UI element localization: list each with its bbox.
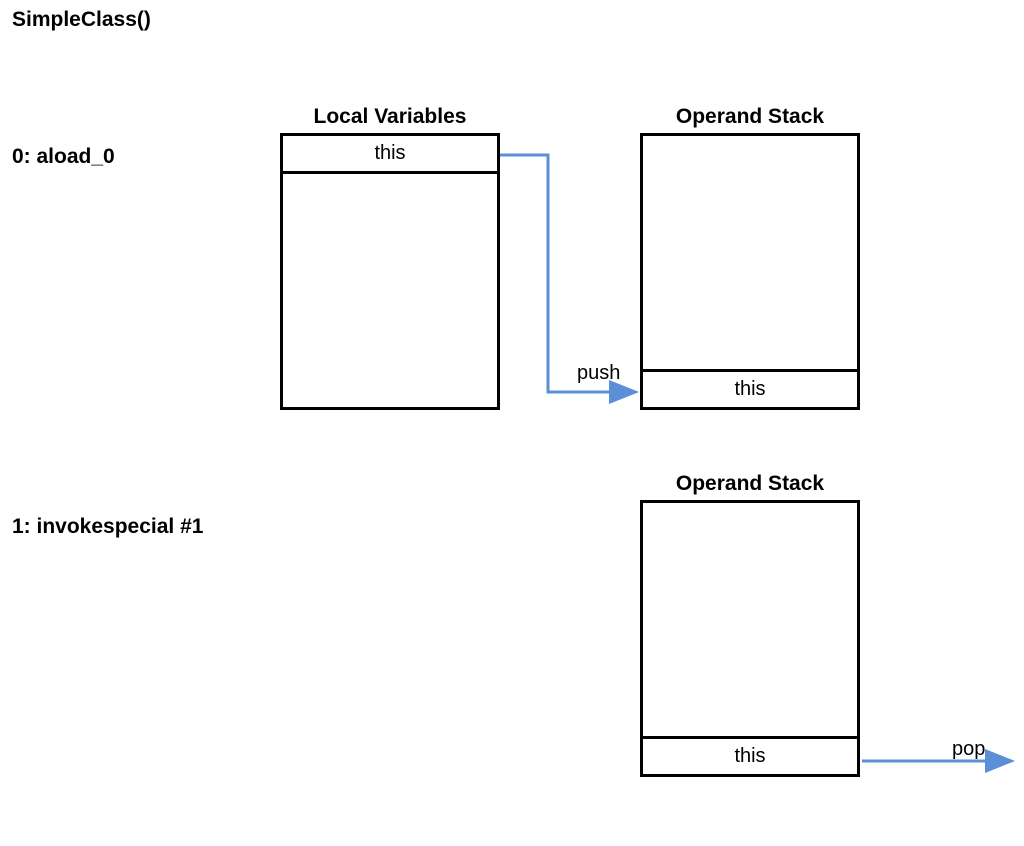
diagram-title: SimpleClass() bbox=[12, 8, 151, 32]
push-label: push bbox=[577, 362, 620, 385]
instruction-0-label: 0: aload_0 bbox=[12, 145, 115, 169]
local-variables-box: this bbox=[280, 133, 500, 410]
operand-stack-1-cell: this bbox=[643, 369, 857, 407]
operand-stack-2-box: this bbox=[640, 500, 860, 777]
operand-stack-1-box: this bbox=[640, 133, 860, 410]
local-variables-cell: this bbox=[283, 136, 497, 174]
operand-stack-2-cell: this bbox=[643, 736, 857, 774]
arrows-svg bbox=[0, 0, 1024, 846]
operand-stack-2-title: Operand Stack bbox=[640, 472, 860, 496]
instruction-1-label: 1: invokespecial #1 bbox=[12, 515, 203, 539]
pop-label: pop bbox=[952, 738, 985, 761]
local-variables-title: Local Variables bbox=[280, 105, 500, 129]
operand-stack-1-title: Operand Stack bbox=[640, 105, 860, 129]
